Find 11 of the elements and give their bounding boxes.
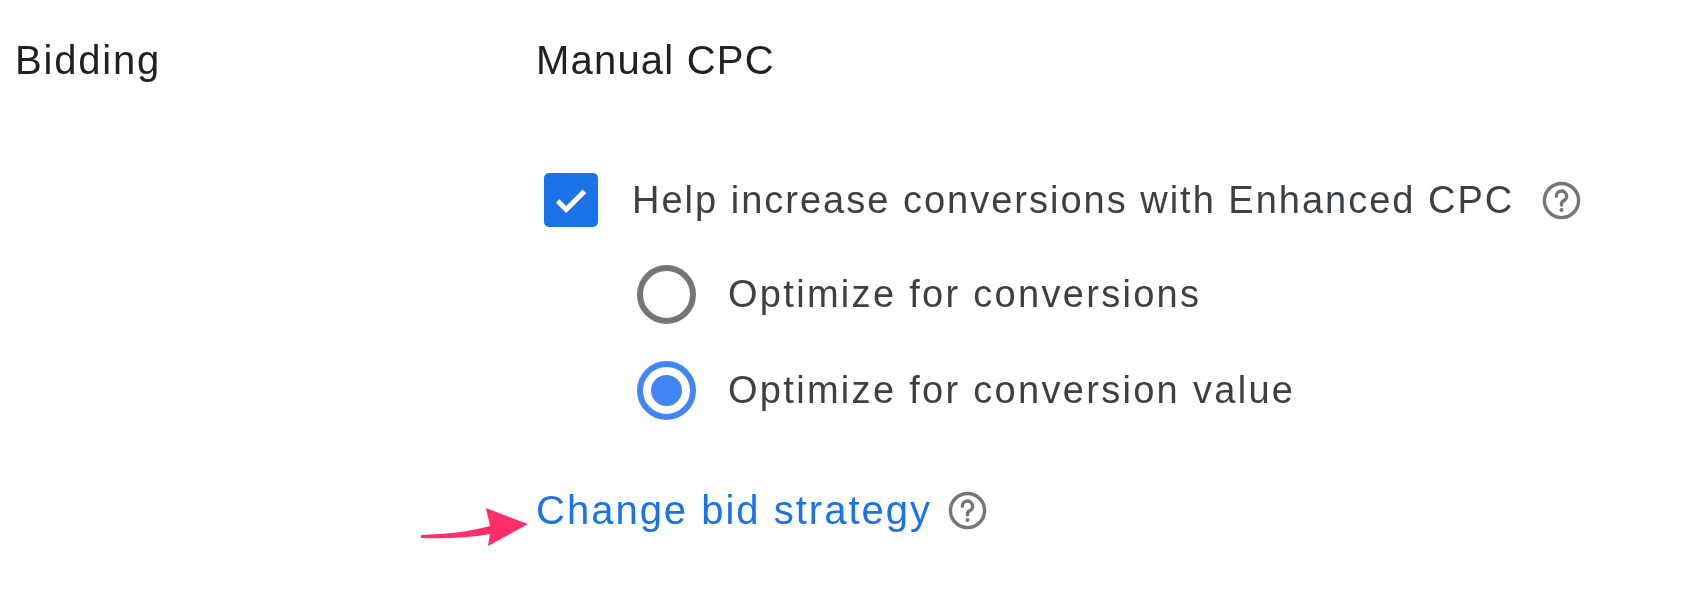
section-label: Bidding — [15, 37, 162, 84]
change-bid-strategy-link[interactable]: Change bid strategy — [536, 485, 932, 535]
radio-button[interactable] — [637, 360, 696, 420]
help-icon[interactable] — [947, 489, 988, 531]
help-icon[interactable] — [1541, 179, 1583, 221]
checkbox-label: Help increase conversions with Enhanced CPC — [632, 178, 1515, 223]
radio-button[interactable] — [637, 264, 696, 324]
strategy-name: Manual CPC — [536, 37, 775, 84]
radio-label: Optimize for conversion value — [728, 368, 1296, 413]
checkbox[interactable] — [544, 173, 598, 227]
radio-label: Optimize for conversions — [728, 272, 1202, 317]
